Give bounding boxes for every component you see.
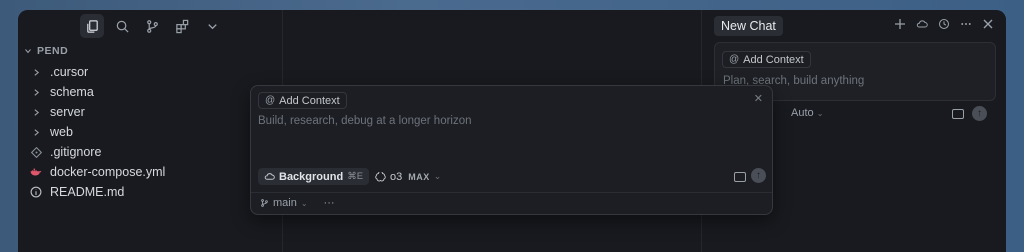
background-agent-composer: @ Add Context ✕ Build, research, debug a… bbox=[250, 85, 773, 215]
tree-item-label: web bbox=[50, 125, 73, 139]
tree-item-folder[interactable]: web bbox=[30, 122, 165, 142]
chevron-right-icon bbox=[30, 108, 42, 117]
mode-label: Auto bbox=[791, 107, 814, 119]
branch-select[interactable]: main ⌄ bbox=[260, 197, 308, 209]
tree-item-label: docker-compose.yml bbox=[50, 165, 166, 179]
tree-item-label: .cursor bbox=[50, 65, 89, 79]
close-icon[interactable]: ✕ bbox=[754, 92, 763, 105]
add-context-label: Add Context bbox=[743, 53, 804, 66]
add-context-button[interactable]: @ Add Context bbox=[258, 92, 347, 109]
more-views-button[interactable] bbox=[200, 14, 224, 38]
tree-item-file[interactable]: docker-compose.yml bbox=[30, 162, 165, 182]
max-badge: MAX bbox=[408, 171, 430, 182]
more-options-button[interactable] bbox=[960, 18, 972, 30]
composer-footer: main ⌄ ··· bbox=[260, 197, 335, 209]
brain-icon bbox=[375, 171, 386, 181]
keyboard-shortcut: ⌘E bbox=[347, 171, 364, 182]
tree-item-label: server bbox=[50, 105, 85, 119]
tree-item-folder[interactable]: schema bbox=[30, 82, 165, 102]
cloud-button[interactable] bbox=[916, 18, 928, 30]
ellipsis-icon bbox=[961, 23, 971, 25]
history-button[interactable] bbox=[938, 18, 950, 30]
chat-tab[interactable]: New Chat bbox=[714, 16, 783, 36]
tree-item-label: .gitignore bbox=[50, 145, 102, 159]
chevron-right-icon bbox=[30, 68, 42, 77]
send-button[interactable]: ↑ bbox=[751, 168, 766, 183]
model-label: o3 bbox=[390, 170, 403, 183]
arrow-up-icon: ↑ bbox=[756, 170, 761, 181]
extensions-icon bbox=[175, 19, 188, 33]
chat-tab-label: New Chat bbox=[721, 19, 776, 33]
source-control-button[interactable] bbox=[140, 14, 164, 38]
search-button[interactable] bbox=[110, 14, 134, 38]
explorer-sidebar: PEND .cursor schema server web .gitignor… bbox=[18, 10, 283, 252]
activity-toolbar bbox=[80, 14, 224, 38]
history-icon bbox=[938, 18, 950, 30]
tree-item-folder[interactable]: .cursor bbox=[30, 62, 165, 82]
tree-item-label: README.md bbox=[50, 185, 125, 199]
docker-file-icon bbox=[30, 167, 42, 178]
branch-label: main bbox=[273, 197, 297, 209]
composer-options: Background ⌘E o3 MAX ⌄ bbox=[258, 168, 441, 185]
git-branch-icon bbox=[261, 199, 268, 207]
git-file-icon bbox=[30, 146, 42, 158]
file-tree: .cursor schema server web .gitignore doc… bbox=[30, 62, 165, 202]
search-icon bbox=[116, 20, 129, 33]
cloud-icon bbox=[916, 20, 928, 28]
composer-input-placeholder[interactable]: Build, research, debug at a longer horiz… bbox=[258, 115, 472, 127]
at-icon: @ bbox=[265, 95, 276, 106]
more-options-button[interactable]: ··· bbox=[324, 197, 335, 209]
tree-item-folder[interactable]: server bbox=[30, 102, 165, 122]
model-select[interactable]: o3 MAX ⌄ bbox=[375, 171, 441, 183]
add-context-label: Add Context bbox=[279, 94, 340, 107]
explorer-section-header[interactable]: PEND bbox=[24, 45, 68, 57]
image-icon[interactable] bbox=[734, 172, 746, 182]
send-button[interactable]: ↑ bbox=[972, 106, 987, 121]
chevron-down-icon: ⌄ bbox=[433, 171, 442, 181]
at-icon: @ bbox=[729, 54, 740, 65]
info-icon bbox=[30, 186, 42, 198]
add-context-button[interactable]: @ Add Context bbox=[722, 51, 811, 68]
mode-select[interactable]: Auto ⌄ bbox=[791, 107, 823, 119]
chat-header-actions bbox=[894, 18, 994, 30]
chevron-down-icon bbox=[207, 23, 217, 29]
composer-divider bbox=[251, 192, 772, 193]
extensions-button[interactable] bbox=[170, 14, 194, 38]
close-chat-button[interactable] bbox=[982, 18, 994, 30]
tree-item-file[interactable]: .gitignore bbox=[30, 142, 165, 162]
files-button[interactable] bbox=[80, 14, 104, 38]
cloud-icon bbox=[264, 173, 275, 180]
chevron-down-icon: ⌄ bbox=[300, 198, 308, 208]
image-icon[interactable] bbox=[952, 109, 964, 119]
background-mode-button[interactable]: Background ⌘E bbox=[258, 168, 370, 185]
background-mode-label: Background bbox=[279, 170, 344, 183]
section-title: PEND bbox=[37, 45, 69, 57]
chevron-right-icon bbox=[30, 128, 42, 137]
tree-item-label: schema bbox=[50, 85, 94, 99]
close-icon bbox=[983, 19, 993, 29]
arrow-up-icon: ↑ bbox=[977, 108, 982, 119]
tree-item-file[interactable]: README.md bbox=[30, 182, 165, 202]
chevron-down-icon bbox=[25, 49, 31, 54]
files-icon bbox=[86, 19, 98, 33]
chevron-right-icon bbox=[30, 88, 42, 97]
plus-icon bbox=[895, 19, 905, 29]
new-chat-button[interactable] bbox=[894, 18, 906, 30]
git-branch-icon bbox=[146, 19, 158, 33]
chevron-down-icon: ⌄ bbox=[816, 109, 824, 118]
